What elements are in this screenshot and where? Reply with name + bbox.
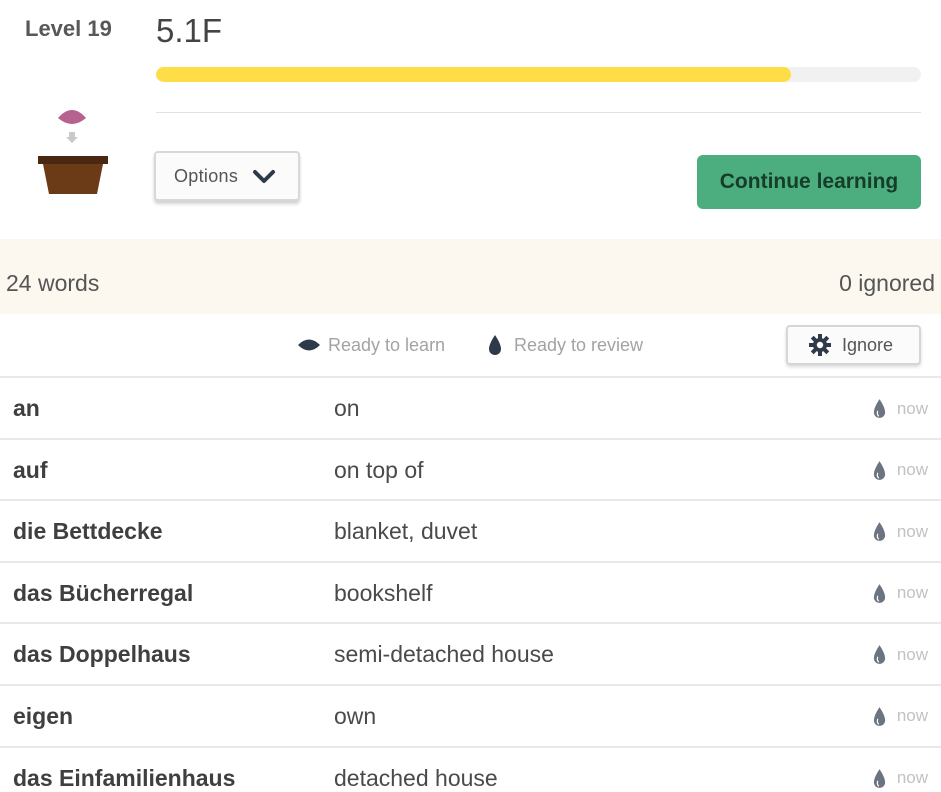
ignored-count: 0 ignored xyxy=(839,270,935,296)
legend-review-label: Ready to review xyxy=(514,334,644,355)
word-row[interactable]: die Bettdecke blanket, duvet now xyxy=(0,499,941,561)
water-drop-icon xyxy=(873,645,885,665)
word-meaning: semi-detached house xyxy=(334,641,554,668)
review-due: now xyxy=(872,768,928,789)
water-drop-icon xyxy=(873,768,885,788)
water-drop-icon xyxy=(873,707,885,726)
review-due: now xyxy=(872,460,928,481)
water-drop-icon xyxy=(873,460,885,480)
word-row[interactable]: an on now xyxy=(0,376,941,438)
review-due-label: now xyxy=(896,583,928,603)
word-text: an xyxy=(13,395,40,421)
water-drop-icon xyxy=(873,522,885,542)
review-due-label: now xyxy=(896,521,928,541)
seed-icon xyxy=(298,339,320,351)
word-meaning: detached house xyxy=(334,764,498,791)
word-text: das Einfamilienhaus xyxy=(13,764,236,791)
word-text: auf xyxy=(13,456,48,483)
word-meaning: on top of xyxy=(334,456,424,483)
water-drop-icon xyxy=(489,335,501,355)
review-due: now xyxy=(872,706,928,727)
word-list: an on now auf on top of now die Bettdecke blank… xyxy=(0,376,941,792)
word-text: das Bücherregal xyxy=(13,579,194,606)
legend-learn-label: Ready to learn xyxy=(328,334,446,355)
summary-bar: 24 words 0 ignored xyxy=(0,239,941,314)
legend-ready-to-review: Ready to review xyxy=(487,333,643,357)
review-due: now xyxy=(872,644,928,665)
water-drop-icon xyxy=(873,583,885,603)
review-due-label: now xyxy=(896,398,928,418)
seed-pot-icon xyxy=(38,110,108,194)
ignore-button[interactable]: Ignore xyxy=(786,325,921,365)
word-text: eigen xyxy=(13,702,74,729)
word-meaning: own xyxy=(334,702,377,729)
word-meaning: on xyxy=(334,395,360,421)
review-due-label: now xyxy=(896,644,928,664)
word-row[interactable]: auf on top of now xyxy=(0,437,941,500)
level-progress-fill xyxy=(156,67,791,82)
review-due-label: now xyxy=(896,768,928,788)
level-progress-bar xyxy=(156,67,921,82)
review-due: now xyxy=(872,521,928,542)
review-due: now xyxy=(872,583,928,604)
level-label: Level 19 xyxy=(25,16,112,41)
header-divider xyxy=(156,112,921,113)
legend-ready-to-learn: Ready to learn xyxy=(297,333,445,357)
chevron-down-icon xyxy=(253,170,275,183)
word-row[interactable]: eigen own now xyxy=(0,683,941,746)
review-due-label: now xyxy=(896,706,928,726)
level-title: 5.1F xyxy=(156,12,223,49)
word-row[interactable]: das Einfamilienhaus detached house now xyxy=(0,745,941,792)
review-due-label: now xyxy=(896,460,928,480)
options-button[interactable]: Options xyxy=(154,151,300,201)
review-due: now xyxy=(872,398,928,419)
word-text: die Bettdecke xyxy=(13,518,163,545)
word-text: das Doppelhaus xyxy=(13,641,191,668)
word-row[interactable]: das Bücherregal bookshelf now xyxy=(0,560,941,623)
water-drop-icon xyxy=(873,399,885,418)
continue-learning-button[interactable]: Continue learning xyxy=(697,155,921,209)
word-row[interactable]: das Doppelhaus semi-detached house now xyxy=(0,622,941,684)
word-meaning: blanket, duvet xyxy=(334,518,478,545)
word-meaning: bookshelf xyxy=(334,579,433,606)
word-count: 24 words xyxy=(6,270,100,296)
gear-icon xyxy=(809,334,831,356)
ignore-button-label: Ignore xyxy=(842,334,894,355)
options-button-label: Options xyxy=(174,165,239,186)
